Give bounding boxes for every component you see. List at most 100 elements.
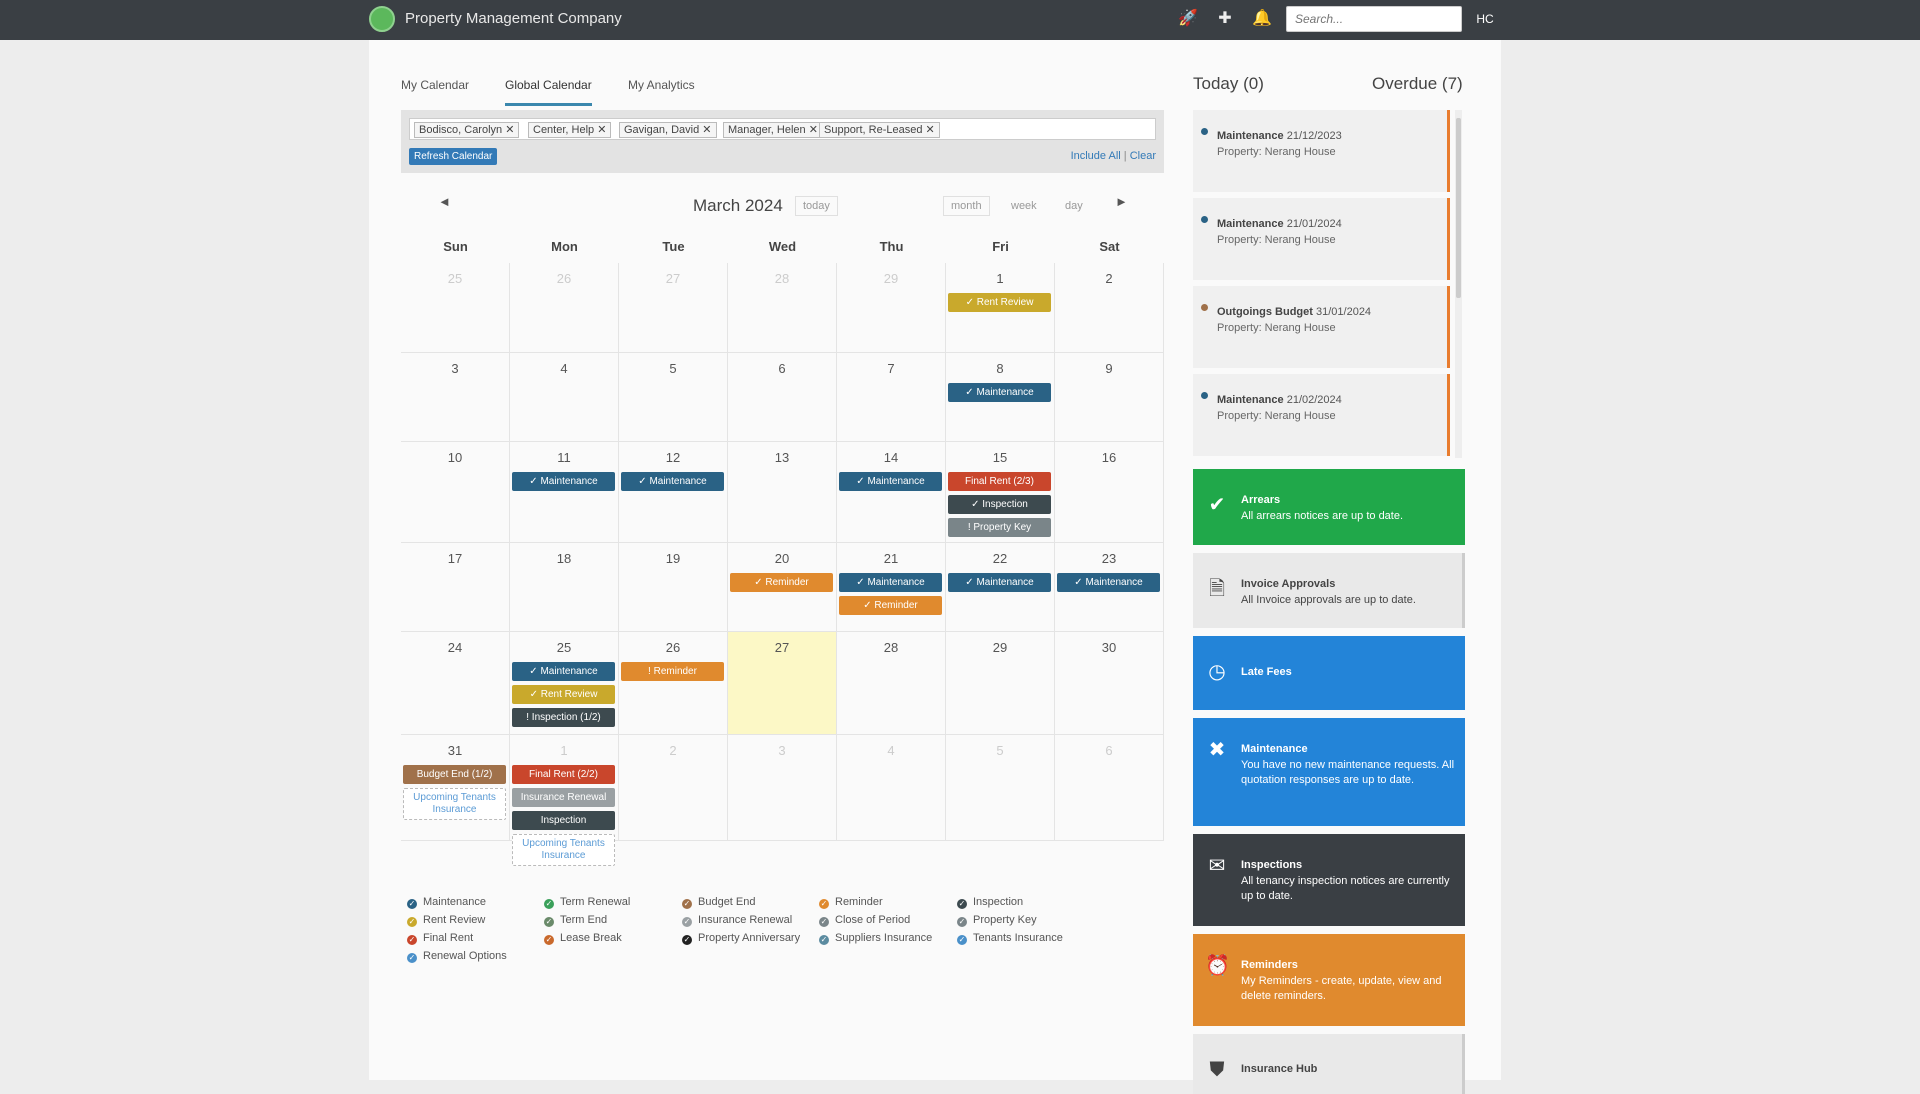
calendar-event[interactable]: ✓ Maintenance: [621, 472, 724, 491]
day-cell[interactable]: 5: [946, 735, 1055, 841]
filter-tag[interactable]: Gavigan, David ✕: [619, 122, 717, 138]
weekday-header: Thu: [879, 239, 904, 254]
panel-invoice-approvals[interactable]: 🗎 Invoice Approvals All Invoice approvals …: [1193, 553, 1465, 628]
calendar-event[interactable]: ✓ Maintenance: [1057, 573, 1160, 592]
calendar-event[interactable]: ✓ Reminder: [839, 596, 942, 615]
calendar-event[interactable]: Upcoming Tenants Insurance: [512, 834, 615, 866]
day-cell[interactable]: 13: [728, 442, 837, 543]
overdue-date: 21/02/2024: [1286, 394, 1342, 406]
day-cell[interactable]: 12: [619, 442, 728, 543]
panel-reminders[interactable]: ⏰ Reminders My Reminders - create, update,…: [1193, 934, 1465, 1026]
calendar-event[interactable]: ✓ Maintenance: [512, 662, 615, 681]
day-cell[interactable]: 5: [619, 353, 728, 442]
calendar-event[interactable]: ✓ Maintenance: [948, 383, 1051, 402]
filter-tag[interactable]: Center, Help ✕: [528, 122, 612, 138]
day-cell[interactable]: 6: [728, 353, 837, 442]
day-cell[interactable]: 4: [510, 353, 619, 442]
day-cell[interactable]: 3: [401, 353, 510, 442]
filter-tag[interactable]: Bodisco, Carolyn ✕: [414, 122, 520, 138]
scrollbar-thumb[interactable]: [1456, 118, 1461, 298]
plus-icon[interactable]: ✚: [1214, 8, 1236, 30]
include-all-link[interactable]: Include All: [1071, 150, 1121, 162]
calendar-event[interactable]: ✓ Inspection: [948, 495, 1051, 514]
overdue-item[interactable]: Maintenance 21/01/2024 Property: Nerang H…: [1193, 198, 1450, 280]
month-view-button[interactable]: month: [943, 196, 990, 216]
day-cell[interactable]: 2: [1055, 263, 1164, 353]
day-number: 27: [774, 640, 790, 655]
day-cell[interactable]: 26: [510, 263, 619, 353]
search-input[interactable]: [1286, 6, 1462, 32]
today-button[interactable]: today: [795, 196, 838, 216]
panel-maintenance[interactable]: ✖ Maintenance You have no new maintenance …: [1193, 718, 1465, 826]
day-cell[interactable]: 29: [837, 263, 946, 353]
calendar-event[interactable]: ✓ Maintenance: [512, 472, 615, 491]
panel-arrears[interactable]: ✔ Arrears All arrears notices are up to da…: [1193, 469, 1465, 545]
brand-name[interactable]: Property Management Company: [405, 10, 622, 27]
calendar-event[interactable]: Final Rent (2/3): [948, 472, 1051, 491]
calendar-event[interactable]: ✓ Maintenance: [839, 573, 942, 592]
day-cell[interactable]: 11: [510, 442, 619, 543]
calendar-event[interactable]: ✓ Rent Review: [948, 293, 1051, 312]
next-month-icon[interactable]: ►: [1115, 194, 1128, 209]
overdue-count[interactable]: Overdue (7): [1372, 74, 1463, 94]
tab-my-calendar[interactable]: My Calendar: [401, 76, 469, 106]
user-avatar[interactable]: HC: [1472, 6, 1498, 32]
calendar-event[interactable]: ! Reminder: [621, 662, 724, 681]
tab-global-calendar[interactable]: Global Calendar: [505, 76, 592, 106]
overdue-item[interactable]: Maintenance 21/02/2024 Property: Nerang H…: [1193, 374, 1450, 456]
filter-tag[interactable]: Support, Re-Leased ✕: [819, 122, 940, 138]
day-cell[interactable]: 9: [1055, 353, 1164, 442]
day-cell[interactable]: 14: [837, 442, 946, 543]
prev-month-icon[interactable]: ◄: [438, 194, 451, 209]
day-cell[interactable]: 4: [837, 735, 946, 841]
day-cell[interactable]: 29: [946, 632, 1055, 735]
overdue-scrollbar[interactable]: [1455, 110, 1462, 458]
day-cell[interactable]: 17: [401, 543, 510, 632]
day-cell[interactable]: 3: [728, 735, 837, 841]
calendar-event[interactable]: ✓ Maintenance: [839, 472, 942, 491]
panel-late-fees[interactable]: ◷ Late Fees: [1193, 636, 1465, 710]
tab-my-analytics[interactable]: My Analytics: [628, 76, 695, 106]
day-cell[interactable]: 30: [1055, 632, 1164, 735]
calendar-event[interactable]: ! Property Key: [948, 518, 1051, 537]
refresh-calendar-button[interactable]: Refresh Calendar: [409, 148, 498, 165]
day-view-button[interactable]: day: [1057, 196, 1091, 216]
panel-insurance-hub[interactable]: ⛊ Insurance Hub: [1193, 1034, 1465, 1094]
calendar-event[interactable]: Insurance Renewal: [512, 788, 615, 807]
legend-label: Final Rent: [423, 932, 474, 944]
day-cell[interactable]: 24: [401, 632, 510, 735]
panel-title: Inspections: [1241, 859, 1303, 871]
day-cell[interactable]: 28: [837, 632, 946, 735]
user-tag-input[interactable]: Bodisco, Carolyn ✕ Center, Help ✕ Gaviga…: [409, 118, 1156, 140]
panel-inspections[interactable]: ✉ Inspections All tenancy inspection notic…: [1193, 834, 1465, 926]
day-cell[interactable]: 19: [619, 543, 728, 632]
calendar-event[interactable]: Inspection: [512, 811, 615, 830]
calendar-event[interactable]: Upcoming Tenants Insurance: [403, 788, 506, 820]
today-count[interactable]: Today (0): [1193, 74, 1264, 94]
day-cell[interactable]: 25: [401, 263, 510, 353]
calendar-event[interactable]: ✓ Reminder: [730, 573, 833, 592]
day-cell[interactable]: 6: [1055, 735, 1164, 841]
day-cell[interactable]: 16: [1055, 442, 1164, 543]
calendar-event[interactable]: ! Inspection (1/2): [512, 708, 615, 727]
calendar-event[interactable]: ✓ Rent Review: [512, 685, 615, 704]
company-logo[interactable]: [369, 6, 395, 32]
calendar-event[interactable]: Final Rent (2/2): [512, 765, 615, 784]
day-cell[interactable]: 27: [619, 263, 728, 353]
calendar-event[interactable]: ✓ Maintenance: [948, 573, 1051, 592]
overdue-item[interactable]: Maintenance 21/12/2023 Property: Nerang H…: [1193, 110, 1450, 192]
rocket-icon[interactable]: 🚀: [1177, 8, 1199, 30]
overdue-item[interactable]: Outgoings Budget 31/01/2024 Property: Ner…: [1193, 286, 1450, 368]
day-cell[interactable]: 2: [619, 735, 728, 841]
filter-tag[interactable]: Manager, Helen ✕: [723, 122, 823, 138]
day-cell[interactable]: 18: [510, 543, 619, 632]
day-cell[interactable]: 10: [401, 442, 510, 543]
day-cell[interactable]: 7: [837, 353, 946, 442]
day-cell[interactable]: 26: [619, 632, 728, 735]
day-cell[interactable]: 28: [728, 263, 837, 353]
day-cell[interactable]: 27: [728, 632, 837, 735]
clear-link[interactable]: Clear: [1130, 150, 1156, 162]
bell-icon[interactable]: 🔔: [1251, 8, 1273, 30]
week-view-button[interactable]: week: [1003, 196, 1045, 216]
calendar-event[interactable]: Budget End (1/2): [403, 765, 506, 784]
